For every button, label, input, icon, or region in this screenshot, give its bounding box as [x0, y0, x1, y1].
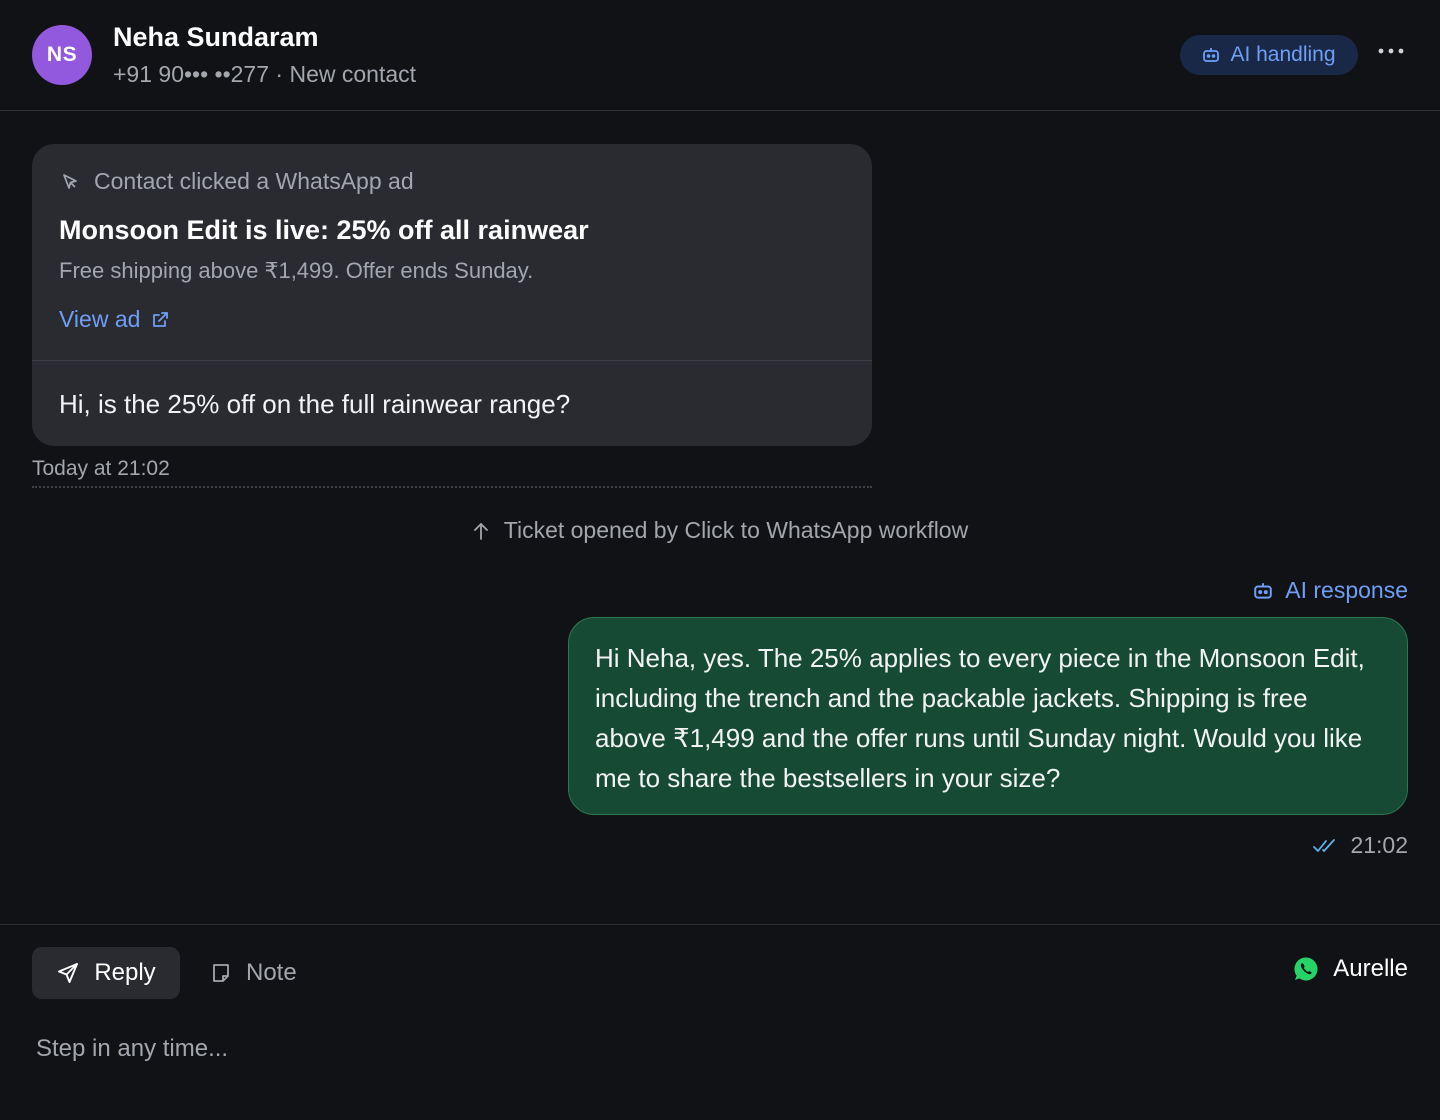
- bot-icon: [1253, 581, 1273, 601]
- channel-name: Aurelle: [1333, 955, 1408, 982]
- incoming-message-timestamp: Today at 21:02: [32, 457, 872, 488]
- more-options-button[interactable]: [1374, 36, 1408, 66]
- composer: Reply Note Aurelle: [0, 924, 1440, 1120]
- arrow-up-icon: [472, 521, 490, 541]
- bot-icon: [1202, 46, 1220, 64]
- ai-handling-badge[interactable]: AI handling: [1180, 35, 1358, 75]
- double-check-icon: [1312, 837, 1338, 855]
- ad-source-text: Contact clicked a WhatsApp ad: [94, 168, 414, 194]
- view-ad-link[interactable]: View ad: [59, 306, 170, 333]
- tab-note-label: Note: [246, 959, 297, 986]
- ad-referral-card: Contact clicked a WhatsApp ad Monsoon Ed…: [32, 144, 872, 361]
- avatar[interactable]: NS: [32, 25, 92, 85]
- contact-meta: +91 90••• ••277 · New contact: [113, 61, 417, 87]
- note-icon: [210, 962, 232, 984]
- ai-handling-label: AI handling: [1230, 43, 1336, 66]
- cursor-click-icon: [60, 172, 80, 192]
- more-horizontal-icon: [1378, 48, 1404, 54]
- ad-source: Contact clicked a WhatsApp ad: [60, 168, 414, 195]
- tab-reply-label: Reply: [94, 959, 156, 986]
- message-time: 21:02: [1350, 832, 1408, 858]
- reply-input[interactable]: [36, 1025, 1406, 1073]
- incoming-message-text: Hi, is the 25% off on the full rainwear …: [59, 389, 571, 419]
- contact-name[interactable]: Neha Sundaram: [113, 22, 319, 53]
- conversation-view: NS Neha Sundaram +91 90••• ••277 · New c…: [0, 0, 1440, 1120]
- external-link-icon: [150, 310, 170, 330]
- system-event: Ticket opened by Click to WhatsApp workf…: [0, 517, 1440, 544]
- conversation-header: NS Neha Sundaram +91 90••• ••277 · New c…: [0, 0, 1440, 111]
- send-icon: [56, 961, 80, 985]
- tab-note[interactable]: Note: [210, 947, 297, 999]
- channel-selector[interactable]: Aurelle: [1293, 955, 1408, 983]
- system-event-text: Ticket opened by Click to WhatsApp workf…: [503, 517, 969, 543]
- ai-response-text: AI response: [1285, 577, 1408, 603]
- incoming-message-bubble: Contact clicked a WhatsApp ad Monsoon Ed…: [32, 144, 872, 446]
- view-ad-label: View ad: [59, 306, 141, 332]
- message-status: 21:02: [1312, 832, 1408, 859]
- tab-reply[interactable]: Reply: [32, 947, 180, 999]
- ad-title: Monsoon Edit is live: 25% off all rainwe…: [59, 215, 589, 245]
- outgoing-message-bubble: Hi Neha, yes. The 25% applies to every p…: [568, 617, 1408, 815]
- whatsapp-icon: [1293, 956, 1319, 982]
- ad-description: Free shipping above ₹1,499. Offer ends S…: [59, 258, 534, 283]
- ai-response-label: AI response: [1253, 577, 1408, 604]
